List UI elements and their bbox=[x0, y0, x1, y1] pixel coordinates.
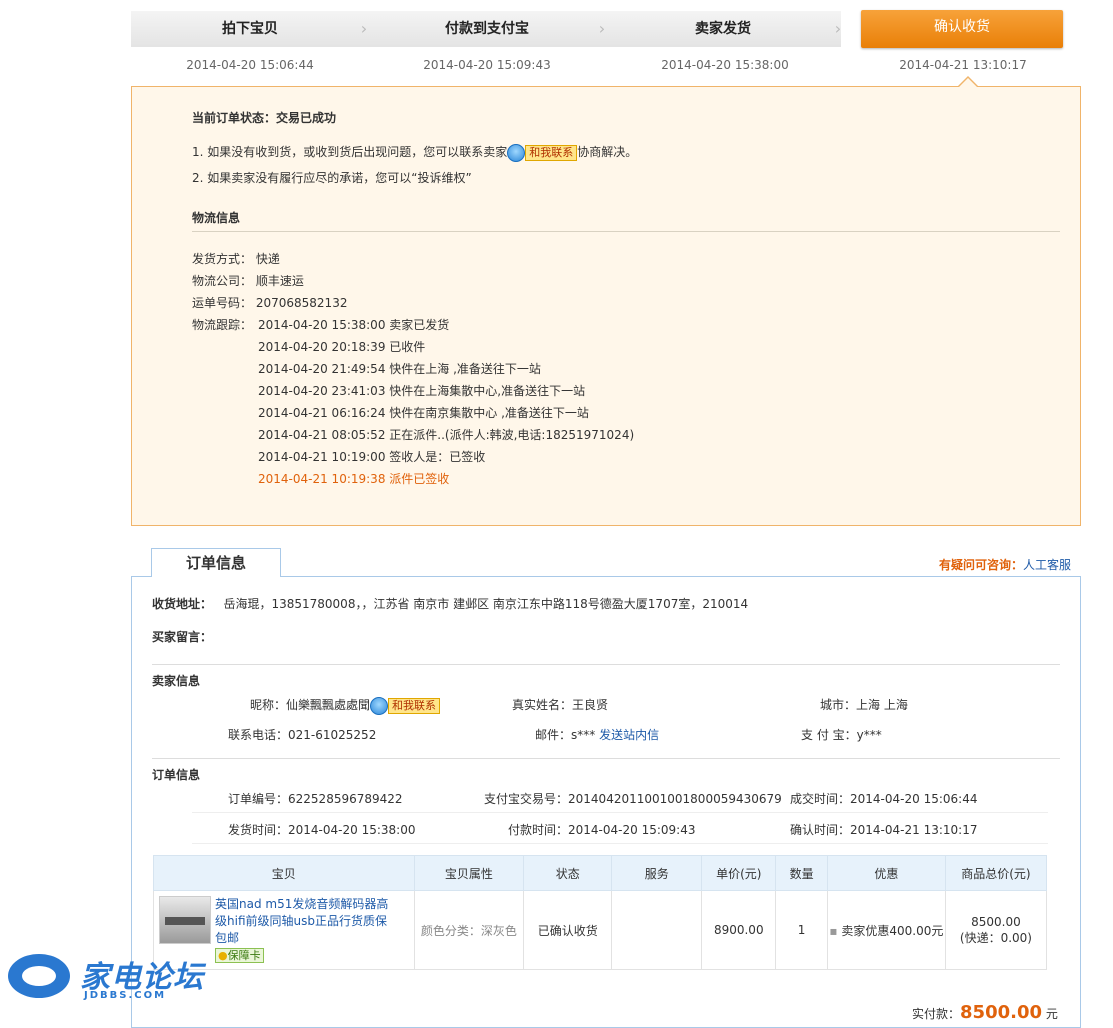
tracking-entry: 2014-04-20 21:49:54 快件在上海 ,准备送往下一站 bbox=[258, 362, 541, 376]
wangwang-icon bbox=[370, 696, 389, 715]
confirm-time: 确认时间：2014-04-21 13:10:17 bbox=[790, 823, 978, 837]
col-header: 宝贝属性 bbox=[413, 855, 525, 891]
shipping-address: 收货地址： 岳海琨，13851780008，，江苏省 南京市 建邺区 南京江东中… bbox=[152, 597, 749, 611]
tracking-entry: 2014-04-21 06:16:24 快件在南京集散中心 ,准备送往下一站 bbox=[258, 406, 589, 420]
tip-1: 1. 如果没有收到货，或收到货后出现问题，您可以联系卖家 和我联系 协商解决。 bbox=[192, 143, 637, 162]
ship-time: 发货时间：2014-04-20 15:38:00 bbox=[228, 823, 416, 837]
logistics-title: 物流信息 bbox=[192, 211, 241, 225]
step-pay-alipay: 付款到支付宝 bbox=[369, 11, 605, 47]
send-message-link[interactable]: 发送站内信 bbox=[599, 728, 659, 742]
seller-alipay: 支 付 宝：y*** bbox=[801, 728, 882, 742]
order-status-value: 交易已成功 bbox=[276, 111, 337, 125]
table-header-row: 宝贝 宝贝属性 状态 服务 单价(元) 数量 优惠 商品总价(元) bbox=[153, 855, 1048, 891]
step-time: 2014-04-21 13:10:17 bbox=[899, 58, 1027, 72]
product-thumbnail[interactable] bbox=[159, 896, 211, 944]
col-header: 商品总价(元) bbox=[944, 855, 1048, 891]
order-status-panel: 当前订单状态：交易已成功 1. 如果没有收到货，或收到货后出现问题，您可以联系卖… bbox=[131, 86, 1081, 526]
seller-nick: 昵称：仙樂飄飄處處聞 和我联系 bbox=[250, 696, 441, 715]
jdbbs-watermark-logo: 家电论坛 JDBBS.COM bbox=[8, 952, 208, 1007]
item-service bbox=[611, 890, 703, 970]
step-time: 2014-04-20 15:06:44 bbox=[186, 58, 314, 72]
col-header: 优惠 bbox=[826, 855, 946, 891]
step-time: 2014-04-20 15:38:00 bbox=[661, 58, 789, 72]
tracking-entry: 2014-04-20 23:41:03 快件在上海集散中心,准备送往下一站 bbox=[258, 384, 586, 398]
waybill-number: 运单号码： 207068582132 bbox=[192, 296, 348, 310]
order-number: 订单编号：622528596789422 bbox=[228, 792, 403, 806]
status-pointer-inner bbox=[958, 78, 978, 88]
order-items-table: 宝贝 宝贝属性 状态 服务 单价(元) 数量 优惠 商品总价(元) 英国nad … bbox=[153, 855, 1048, 970]
product-title-link[interactable]: 英国nad m51发烧音频解码器高级hifi前级同轴usb正品行货质保包邮 bbox=[215, 897, 388, 945]
col-header: 宝贝 bbox=[153, 855, 415, 891]
seller-email: 邮件：s*** 发送站内信 bbox=[535, 728, 660, 742]
item-discount: ▪ 卖家优惠400.00元 bbox=[826, 890, 946, 970]
logistics-company: 物流公司： 顺丰速运 bbox=[192, 274, 304, 288]
alipay-trade-number: 支付宝交易号：2014042011001001800059430679 bbox=[484, 792, 782, 806]
col-header: 服务 bbox=[611, 855, 703, 891]
customer-service-link[interactable]: 人工客服 bbox=[1023, 558, 1071, 572]
order-info-title: 订单信息 bbox=[152, 768, 201, 782]
step-seller-ship: 卖家发货 bbox=[605, 11, 841, 47]
tracking-entry: 2014-04-20 15:38:00 卖家已发货 bbox=[258, 318, 450, 332]
seller-info-title: 卖家信息 bbox=[152, 674, 201, 688]
tip-2: 2. 如果卖家没有履行应尽的承诺，您可以“投诉维权” bbox=[192, 171, 472, 185]
divider bbox=[152, 664, 1060, 665]
contact-seller-button[interactable]: 和我联系 bbox=[507, 143, 578, 162]
logo-swirl-icon bbox=[8, 954, 70, 998]
seller-realname: 真实姓名：王良贤 bbox=[512, 698, 609, 712]
tracking-entry-latest: 2014-04-21 10:19:38 派件已签收 bbox=[258, 472, 450, 486]
order-progress-steps: 拍下宝贝 › 付款到支付宝 › 卖家发货 › 确认收货 bbox=[131, 10, 1081, 48]
buyer-note-label: 买家留言： bbox=[152, 630, 213, 644]
bullet-icon: ▪ bbox=[829, 923, 838, 938]
tracking-entry: 2014-04-21 08:05:52 正在派件..(派件人:韩波,电话:182… bbox=[258, 428, 635, 442]
col-header: 状态 bbox=[523, 855, 613, 891]
item-status: 已确认收货 bbox=[523, 890, 613, 970]
order-info-panel: 收货地址： 岳海琨，13851780008，，江苏省 南京市 建邺区 南京江东中… bbox=[131, 576, 1081, 1028]
deal-time: 成交时间：2014-04-20 15:06:44 bbox=[790, 792, 978, 806]
divider bbox=[152, 758, 1060, 759]
step-place-order: 拍下宝贝 bbox=[131, 11, 369, 47]
seller-phone: 联系电话：021-61025252 bbox=[228, 728, 377, 742]
table-row: 英国nad m51发烧音频解码器高级hifi前级同轴usb正品行货质保包邮 ●保… bbox=[153, 890, 1048, 970]
tracking-entry: 2014-04-21 10:19:00 签收人是：已签收 bbox=[258, 450, 486, 464]
divider bbox=[192, 231, 1060, 232]
col-header: 单价(元) bbox=[701, 855, 777, 891]
divider bbox=[192, 843, 1048, 844]
contact-seller-button[interactable]: 和我联系 bbox=[370, 696, 441, 715]
seller-city: 城市：上海 上海 bbox=[820, 698, 908, 712]
item-price: 8900.00 bbox=[701, 890, 777, 970]
col-header: 数量 bbox=[775, 855, 828, 891]
step-confirm-receipt: 确认收货 bbox=[861, 10, 1063, 48]
pay-time: 付款时间：2014-04-20 15:09:43 bbox=[508, 823, 696, 837]
item-total: 8500.00 (快递：0.00) bbox=[944, 890, 1048, 970]
item-qty: 1 bbox=[775, 890, 828, 970]
step-time: 2014-04-20 15:09:43 bbox=[423, 58, 551, 72]
ship-method: 发货方式： 快递 bbox=[192, 252, 280, 266]
order-status: 当前订单状态：交易已成功 bbox=[192, 111, 337, 125]
divider bbox=[192, 812, 1048, 813]
help-consult: 有疑问可咨询：人工客服 bbox=[938, 558, 1071, 572]
guarantee-card-badge[interactable]: ●保障卡 bbox=[215, 948, 264, 963]
wangwang-icon bbox=[507, 143, 526, 162]
bulb-icon: ● bbox=[218, 949, 228, 962]
tab-order-info[interactable]: 订单信息 bbox=[151, 548, 281, 577]
tracking-entry: 2014-04-20 20:18:39 已收件 bbox=[258, 340, 426, 354]
item-attr: 颜色分类：深灰色 bbox=[413, 890, 525, 970]
tracking-label: 物流跟踪： bbox=[192, 318, 253, 332]
chevron-right-icon: › bbox=[834, 19, 842, 38]
